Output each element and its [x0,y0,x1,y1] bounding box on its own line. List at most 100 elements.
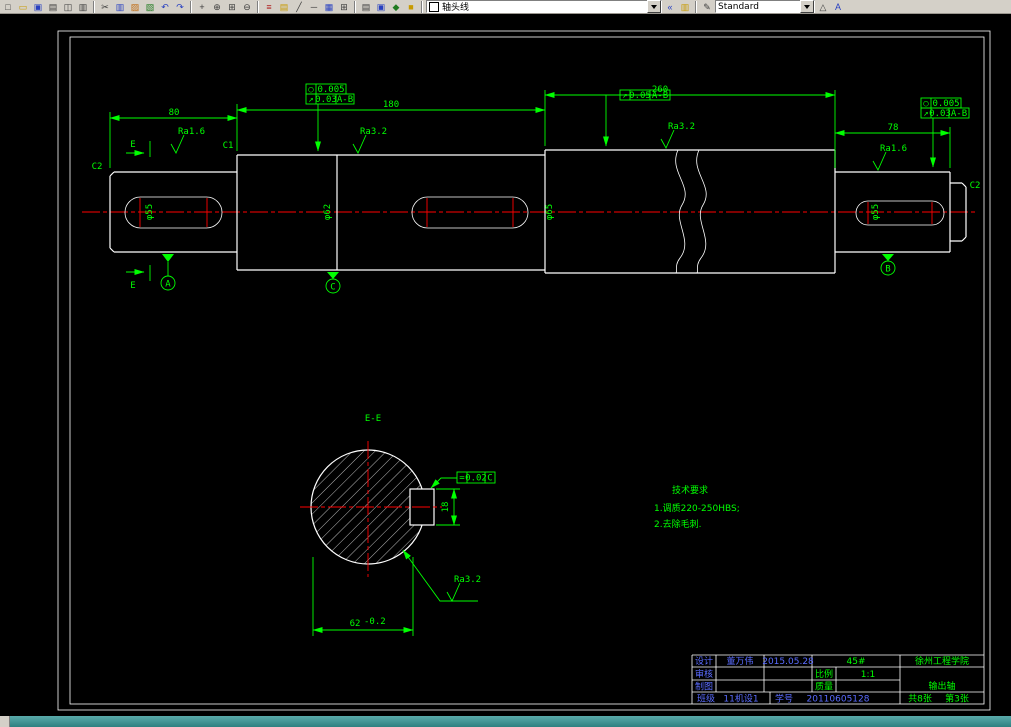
section-marker-top: E [130,140,135,150]
tech-req-line-2: 2.去除毛刺. [654,518,701,530]
paste-icon[interactable]: ▨ [128,0,142,13]
lineweight-icon[interactable]: ─ [307,0,321,13]
tf3b-value: 0.03 [929,109,951,119]
title-part-name: 输出轴 [928,680,955,692]
block-icon[interactable]: ◆ [389,0,403,13]
title-mass-label: 质量 [815,681,833,693]
toolbar-separator [354,0,356,13]
new-icon[interactable]: □ [1,0,15,13]
layers-icon[interactable]: ≡ [262,0,276,13]
publish-icon[interactable]: ▥ [76,0,90,13]
shaft-outline [109,149,967,274]
layer-properties-icon[interactable]: ▤ [277,0,291,13]
open-icon[interactable]: ▭ [16,0,30,13]
tf3a-symbol: ○ [923,99,929,109]
datum-b: B [885,265,890,275]
dim-62: 62 [350,619,361,629]
title-scale-label: 比例 [815,668,833,680]
text-style-icon[interactable]: A [831,0,845,13]
keyway-right [855,200,945,226]
chamfer-label-mid: C1 [223,141,234,151]
tf3b-datum: A-B [951,109,967,119]
tf2-datum: A-B [652,91,668,101]
keyway-middle [411,196,529,229]
layer-previous-icon[interactable]: « [663,0,677,13]
title-designer: 董万伟 [726,655,753,667]
roughness-4: Ra1.6 [880,144,907,154]
table-icon[interactable]: ⊞ [337,0,351,13]
zoom-realtime-icon[interactable]: ⊕ [210,0,224,13]
layer-combo-value: 轴头线 [442,3,470,13]
preview-icon[interactable]: ◫ [61,0,75,13]
diameter-label-4: φ55 [871,204,881,220]
copy-icon[interactable]: ▥ [113,0,127,13]
tech-req-line-1: 1.调质220-250HBS; [654,502,740,514]
dim-style-icon[interactable]: △ [816,0,830,13]
roughness-1: Ra1.6 [178,127,205,137]
title-school: 徐州工程学院 [915,655,969,667]
diameter-label-1: φ55 [145,204,155,220]
zoom-previous-icon[interactable]: ⊖ [240,0,254,13]
style-combo-value: Standard [718,1,759,12]
undo-icon[interactable]: ↶ [158,0,172,13]
style-combo[interactable]: Standard [715,0,815,13]
tf2-symbol: ↗ [622,91,627,101]
tf1b-value: 0.03 [315,95,337,105]
section-view-ee: E-E 62 -0.2 18 = 0.02 C Ra3.2 [300,414,496,636]
match-properties-icon[interactable]: ▧ [143,0,157,13]
tf1b-symbol: ↗ [308,95,313,105]
title-date: 2015.05.28 [762,657,814,667]
diameter-label-2: φ62 [323,204,333,220]
datum-c: C [330,283,335,293]
chevron-down-icon[interactable] [647,0,661,13]
title-draw-label: 制图 [695,681,713,693]
zoom-window-icon[interactable]: ⊞ [225,0,239,13]
save-icon[interactable]: ▣ [31,0,45,13]
properties-icon[interactable]: ▦ [322,0,336,13]
datum-a: A [165,280,171,290]
technical-requirements: 技术要求 1.调质220-250HBS; 2.去除毛刺. [654,484,740,530]
layer-combo[interactable]: 轴头线 [426,0,662,13]
tf3a-value: 0.005 [932,99,959,109]
redo-icon[interactable]: ↷ [173,0,187,13]
toolbar-separator [695,0,697,13]
pencil-icon[interactable]: ✎ [700,0,714,13]
keyway-center-marks [139,198,933,227]
title-sid-value: 20110605128 [807,695,870,705]
dim-62-tolerance: -0.2 [364,617,386,627]
cad-application-window: { "toolbar": { "layer_combo_value": "轴头线… [0,0,1011,727]
tf4-value: 0.02 [465,474,487,484]
pan-icon[interactable]: + [195,0,209,13]
taskbar[interactable] [0,716,1011,727]
plot-icon[interactable]: ▤ [46,0,60,13]
tf1a-symbol: ○ [308,85,314,95]
break-line [696,149,707,274]
dim-78: 78 [888,123,899,133]
drawing-canvas[interactable]: φ55 φ62 φ65 φ55 C2 C1 C2 80 180 260 78 ○… [0,14,1011,716]
toolbar-separator [421,0,423,13]
markup-icon[interactable]: ▣ [374,0,388,13]
tool-palettes-icon[interactable]: ▤ [359,0,373,13]
tf1a-value: 0.005 [317,85,344,95]
title-material: 45# [847,657,866,667]
chamfer-label-right: C2 [970,181,981,191]
chevron-down-icon[interactable] [800,0,814,13]
dim-180: 180 [383,100,399,110]
toolbar-separator [93,0,95,13]
tf4-datum: C [487,474,492,484]
tf1b-datum: A-B [337,95,353,105]
layer-states-icon[interactable]: ▥ [678,0,692,13]
section-marker-bottom: E [130,281,135,291]
extension-lines [109,90,951,168]
dim-18: 18 [441,502,451,513]
layer-color-swatch [429,1,439,12]
title-class-value: 11机设1 [723,693,758,705]
title-design-label: 设计 [695,655,713,667]
title-class-label: 班级 [697,693,715,705]
toolbar-separator [257,0,259,13]
linetype-icon[interactable]: ╱ [292,0,306,13]
color-control-icon[interactable]: ■ [404,0,418,13]
toolbar: □ ▭ ▣ ▤ ◫ ▥ ✂ ▥ ▨ ▧ ↶ ↷ + ⊕ ⊞ ⊖ ≡ ▤ ╱ ─ … [0,0,1011,14]
cut-icon[interactable]: ✂ [98,0,112,13]
title-check-label: 审核 [695,668,713,680]
